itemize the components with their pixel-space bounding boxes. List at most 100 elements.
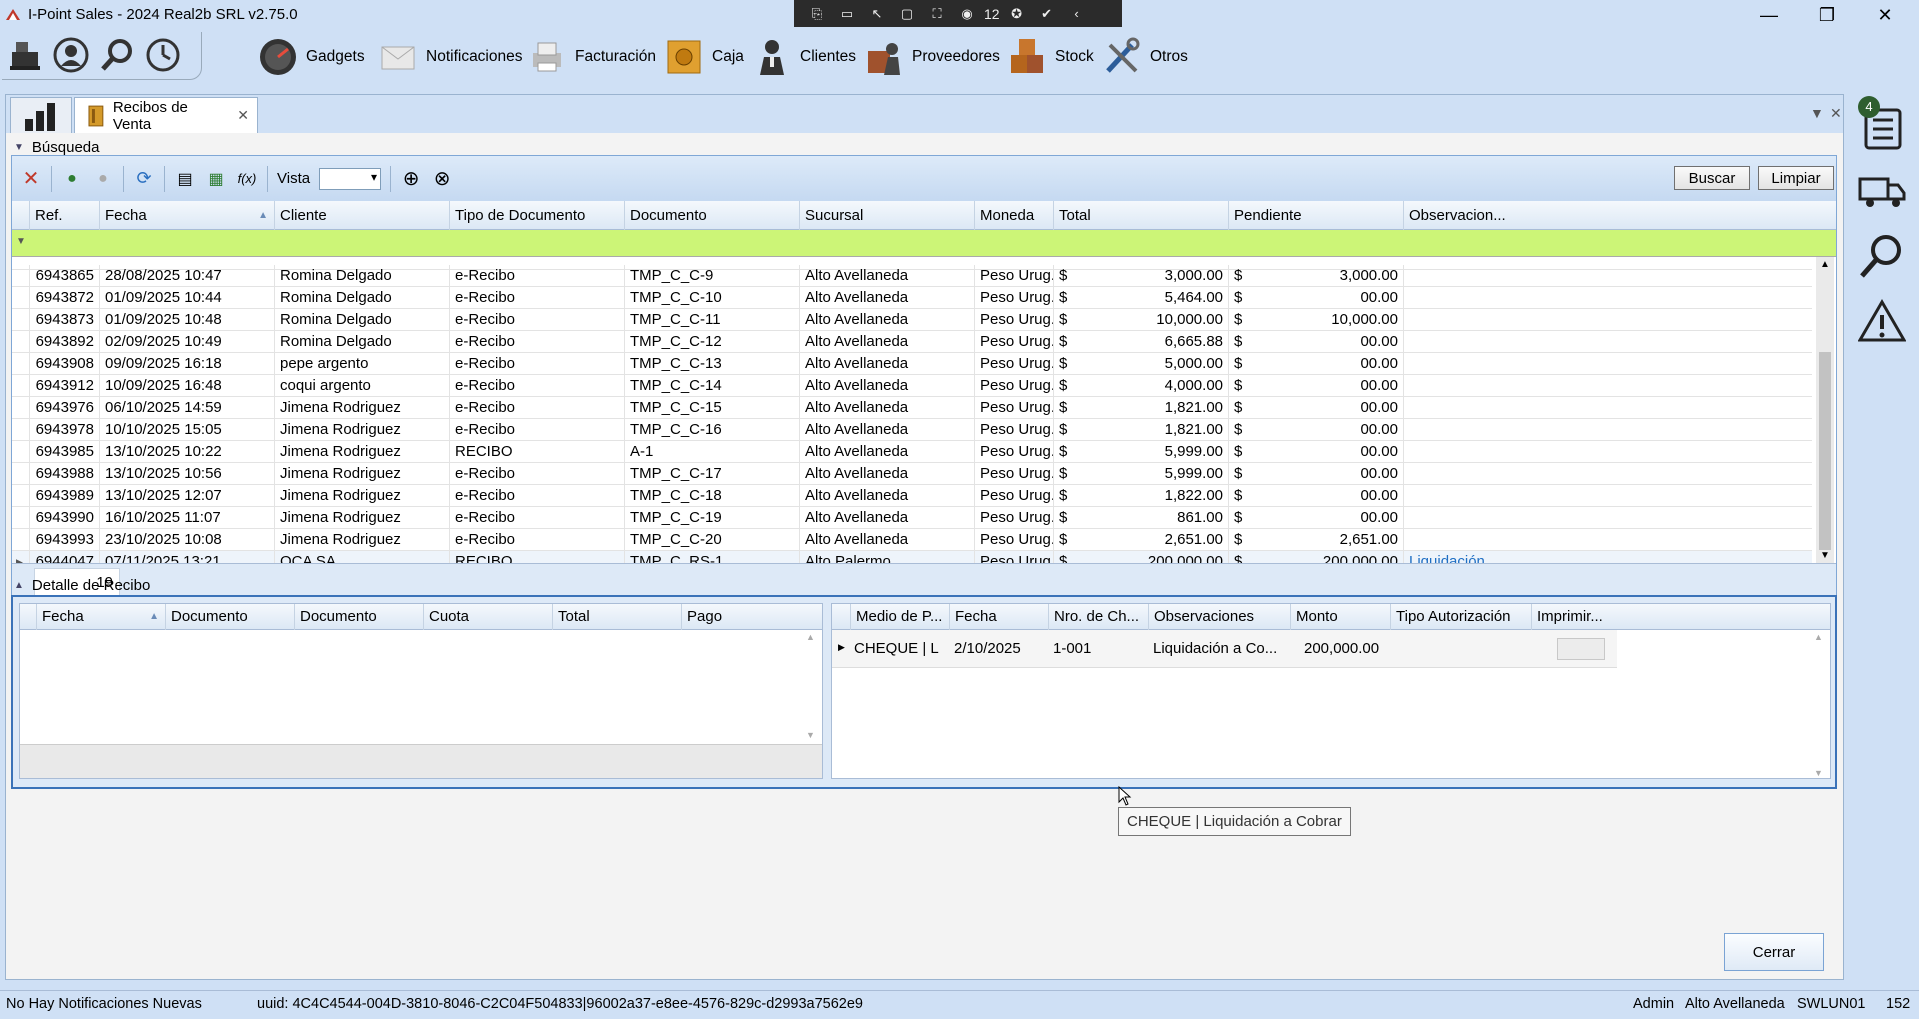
table-row[interactable]: 6943892 02/09/2025 10:49 Romina Delgado e-R… [12, 331, 1812, 353]
filter-row[interactable]: ▼ [12, 230, 1836, 257]
limpiar-button[interactable]: Limpiar [1758, 166, 1834, 190]
col-tipo-autorizacion[interactable]: Tipo Autorización [1390, 604, 1531, 630]
table-row[interactable]: 6943988 13/10/2025 10:56 Jimena Rodriguez e… [12, 463, 1812, 485]
table-row[interactable]: 6943912 10/09/2025 16:48 coqui argento e-Re… [12, 375, 1812, 397]
table-row[interactable]: 6943989 13/10/2025 12:07 Jimena Rodriguez e… [12, 485, 1812, 507]
deliveries-button[interactable] [1858, 167, 1906, 215]
scroll-thumb[interactable] [1819, 352, 1831, 550]
menu-facturacion[interactable]: Facturación [527, 34, 656, 80]
scroll-up-icon[interactable]: ▲ [1820, 259, 1830, 270]
col-observaciones[interactable]: Observacion... [1403, 201, 1506, 230]
tab-dashboard[interactable] [10, 97, 72, 133]
menu-gadgets[interactable]: Gadgets [258, 34, 365, 80]
menu-caja[interactable]: Caja [664, 34, 744, 80]
payment-row[interactable]: ▶ CHEQUE | L 2/10/2025 1-001 Liquidación… [832, 630, 1617, 668]
select-area-icon[interactable]: ▢ [894, 4, 920, 24]
refresh-icon[interactable]: ⟳ [133, 168, 155, 190]
sidebar-search-button[interactable] [1858, 232, 1906, 280]
col-monto[interactable]: Monto [1290, 604, 1390, 630]
table-row[interactable]: 6943990 16/10/2025 11:07 Jimena Rodriguez e… [12, 507, 1812, 529]
fullscreen-icon[interactable]: ⛶ [924, 4, 950, 24]
close-window-button[interactable]: ✕ [1856, 0, 1914, 30]
alerts-button[interactable] [1857, 298, 1907, 346]
zoom-clear-icon[interactable]: ⊗ [431, 168, 453, 190]
col-imprimir[interactable]: Imprimir... [1531, 604, 1616, 630]
cerrar-button[interactable]: Cerrar [1724, 933, 1824, 971]
scroll-up-icon[interactable]: ▲ [806, 632, 815, 642]
col-detail-documento[interactable]: Documento [165, 604, 294, 630]
scroll-down-icon[interactable]: ▼ [1820, 550, 1830, 561]
grid-vertical-scrollbar[interactable]: ▲ ▼ [1816, 257, 1834, 563]
menu-otros[interactable]: Otros [1102, 34, 1188, 80]
zoom-in-icon[interactable]: ⊕ [400, 168, 422, 190]
collapse-icon[interactable]: ‹ [1064, 4, 1090, 24]
col-detail-pago[interactable]: Pago [681, 604, 810, 630]
col-fecha[interactable]: Fecha ▲ [99, 201, 274, 230]
tab-close-icon[interactable]: ✕ [237, 107, 249, 124]
buscar-button[interactable]: Buscar [1674, 166, 1750, 190]
menu-clientes[interactable]: Clientes [752, 34, 856, 80]
detail-items-scrollbar[interactable]: ▲ ▼ [806, 632, 820, 740]
move-down-icon[interactable]: ● [92, 168, 114, 190]
scroll-up-icon[interactable]: ▲ [1814, 632, 1823, 642]
menu-notificaciones[interactable]: Notificaciones [378, 34, 523, 80]
col-pendiente[interactable]: Pendiente [1228, 201, 1403, 230]
video-icon[interactable]: ▭ [834, 4, 860, 24]
scroll-down-icon[interactable]: ▼ [1814, 768, 1823, 778]
table-row[interactable]: 6943908 09/09/2025 16:18 pepe argento e-Rec… [12, 353, 1812, 375]
col-ref[interactable]: Ref. [29, 201, 99, 230]
table-row[interactable]: 6943978 10/10/2025 15:05 Jimena Rodriguez e… [12, 419, 1812, 441]
detalle-section-header[interactable]: ▲ Detalle de Recibo [14, 575, 150, 595]
tab-list-dropdown-icon[interactable]: ▼ [1810, 105, 1824, 121]
busqueda-section-header[interactable]: ▼ Búsqueda [14, 137, 99, 157]
vista-select[interactable] [319, 167, 382, 190]
col-detail-documento-2[interactable]: Documento [294, 604, 423, 630]
col-total[interactable]: Total [1053, 201, 1228, 230]
formula-icon[interactable]: f(x) [236, 168, 258, 190]
col-nro-cheque[interactable]: Nro. de Ch... [1048, 604, 1148, 630]
user-icon[interactable] [52, 36, 90, 74]
col-cliente[interactable]: Cliente [274, 201, 449, 230]
cash-register-icon[interactable] [6, 36, 44, 74]
table-row[interactable]: 6943985 13/10/2025 10:22 Jimena Rodriguez R… [12, 441, 1812, 463]
col-documento[interactable]: Documento [624, 201, 799, 230]
table-row[interactable]: ▶ 6944047 07/11/2025 13:21 OCA SA RECIBO TMP_… [12, 551, 1812, 563]
pointer-icon[interactable]: ↖ [864, 4, 890, 24]
row-expand-icon[interactable]: ▶ [838, 642, 845, 653]
col-moneda[interactable]: Moneda [974, 201, 1053, 230]
menu-proveedores[interactable]: Proveedores [864, 34, 1000, 80]
col-medio-pago[interactable]: Medio de P... [850, 604, 949, 630]
table-row[interactable]: 6943976 06/10/2025 14:59 Jimena Rodriguez e… [12, 397, 1812, 419]
minimize-button[interactable]: — [1740, 0, 1798, 30]
menu-gadgets-label: Gadgets [306, 48, 365, 65]
table-row[interactable]: 6943865 28/08/2025 10:47 Romina Delgado e-R… [12, 265, 1812, 287]
menu-stock[interactable]: Stock [1007, 34, 1094, 80]
accessibility-icon[interactable]: ✪ [1004, 4, 1030, 24]
print-button[interactable] [1557, 638, 1605, 660]
payment-scrollbar[interactable]: ▲ ▼ [1814, 632, 1828, 778]
col-sucursal[interactable]: Sucursal [799, 201, 974, 230]
tab-recibos-de-venta[interactable]: Recibos de Venta ✕ [74, 97, 258, 133]
cell-observaciones[interactable]: Liquidación [1403, 551, 1499, 563]
check-icon[interactable]: ✔ [1034, 4, 1060, 24]
table-row[interactable]: 6943993 23/10/2025 10:08 Jimena Rodriguez e… [12, 529, 1812, 551]
table-row[interactable]: 6943873 01/09/2025 10:48 Romina Delgado e-R… [12, 309, 1812, 331]
table-row[interactable]: 6943872 01/09/2025 10:44 Romina Delgado e-R… [12, 287, 1812, 309]
close-all-tabs-icon[interactable]: ✕ [1830, 105, 1842, 122]
col-detail-cuota[interactable]: Cuota [423, 604, 552, 630]
export-excel-icon[interactable]: ▦ [205, 168, 227, 190]
print-preview-icon[interactable]: ▤ [174, 168, 196, 190]
tasks-list-button[interactable]: 4 [1858, 96, 1906, 152]
restore-button[interactable]: ❐ [1798, 0, 1856, 30]
capture-icon[interactable]: ⎘ [804, 4, 830, 24]
search-icon[interactable] [98, 36, 136, 74]
move-up-icon[interactable]: ● [61, 168, 83, 190]
delete-icon[interactable]: ✕ [20, 168, 42, 190]
scroll-down-icon[interactable]: ▼ [806, 730, 815, 740]
col-detail-total[interactable]: Total [552, 604, 681, 630]
col-tipo-documento[interactable]: Tipo de Documento [449, 201, 624, 230]
col-pago-observaciones[interactable]: Observaciones [1148, 604, 1290, 630]
col-pago-fecha[interactable]: Fecha [949, 604, 1048, 630]
clock-icon[interactable] [144, 36, 182, 74]
col-detail-fecha[interactable]: Fecha ▲ [36, 604, 165, 630]
